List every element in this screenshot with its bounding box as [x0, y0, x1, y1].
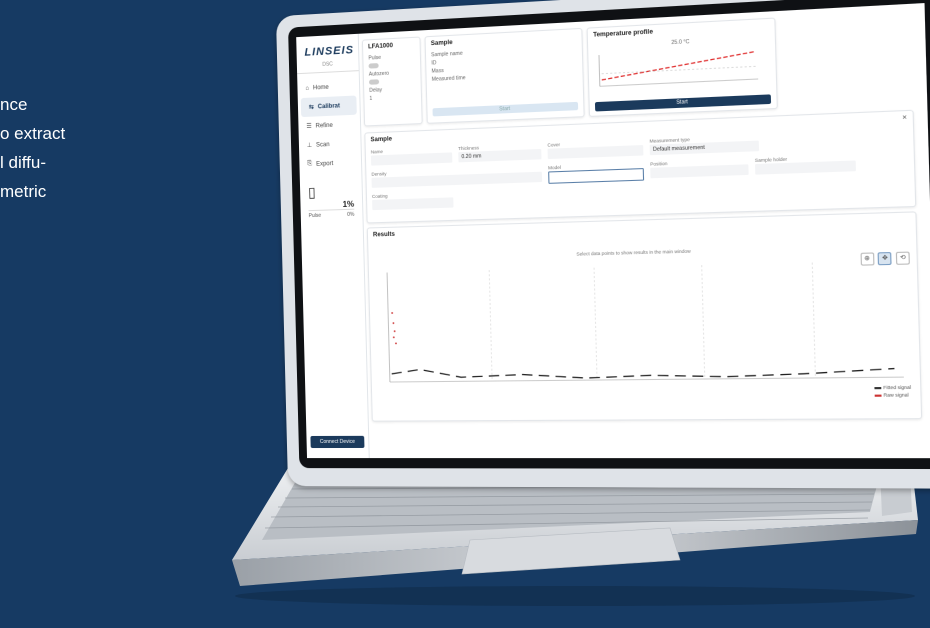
main-content: LFA1000 Pulse Autozero Delay 1 Sample Sa… [361, 10, 930, 458]
close-icon[interactable]: × [902, 114, 907, 122]
sample-holder-field[interactable]: Sample holder [755, 154, 856, 177]
device-icon: ▯ [307, 183, 316, 201]
refine-icon: ☰ [306, 123, 312, 130]
temperature-card: Temperature profile 25.0 °C Start [586, 17, 778, 117]
calibrate-icon: ⇆ [308, 104, 314, 111]
scan-icon: ⊥ [306, 142, 313, 149]
legend-item: Raw signal [874, 391, 911, 399]
sidebar: LINSEIS DSC ⌂ Home ⇆ Calibrat ☰ Refine ⊥… [296, 33, 370, 459]
cover-input[interactable] [547, 145, 644, 160]
connect-device-button[interactable]: Connect Device [310, 435, 365, 449]
results-hint: Select data points to show results in th… [576, 248, 691, 257]
density-field[interactable]: Density [371, 165, 543, 189]
app-window: LINSEIS DSC ⌂ Home ⇆ Calibrat ☰ Refine ⊥… [296, 3, 930, 459]
delay-value[interactable]: 1 [364, 93, 421, 104]
results-chart [377, 260, 907, 394]
legend-label: Fitted signal [883, 384, 912, 391]
device-label: Pulse [308, 212, 322, 220]
legend-label: Raw signal [883, 392, 909, 398]
home-icon: ⌂ [305, 85, 310, 92]
laptop-lid: LINSEIS DSC ⌂ Home ⇆ Calibrat ☰ Refine ⊥… [275, 0, 930, 489]
coating-input[interactable] [372, 197, 454, 211]
sidebar-item-label: Calibrat [317, 102, 341, 110]
device-status: ▯ 1% Pulse 0% [307, 182, 355, 220]
model-select[interactable] [548, 168, 645, 184]
app-logo: LINSEIS [304, 44, 355, 59]
coating-field[interactable]: Coating [372, 191, 454, 211]
sidebar-item-export[interactable]: ⎘ Export [299, 153, 361, 174]
sidebar-item-label: Refine [315, 122, 333, 130]
sidebar-item-scan[interactable]: ⊥ Scan [299, 134, 361, 156]
instrument-card: LFA1000 Pulse Autozero Delay 1 [361, 36, 423, 127]
results-legend: Fitted signal Raw signal [874, 384, 911, 399]
name-input[interactable] [370, 152, 453, 166]
sample-form: Sample × Name Thickness 0.20 mm Cover Me… [364, 109, 917, 224]
sidebar-item-label: Home [312, 84, 329, 92]
name-field[interactable]: Name [370, 146, 453, 166]
export-icon: ⎘ [307, 160, 313, 168]
temperature-start-button[interactable]: Start [594, 94, 772, 112]
autozero-toggle[interactable] [368, 79, 380, 85]
measurement-type-field[interactable]: Measurement type Default measurement [649, 134, 760, 156]
sidebar-item-label: Export [315, 160, 334, 168]
pulse-toggle[interactable] [368, 63, 379, 69]
sample-holder-select[interactable] [754, 160, 856, 175]
temperature-chart [597, 43, 761, 91]
sample-start-button[interactable]: Start [432, 101, 579, 117]
sidebar-item-calibrate[interactable]: ⇆ Calibrat [300, 95, 357, 118]
device-value: 0% [347, 211, 355, 218]
position-field[interactable]: Position [650, 158, 749, 180]
legend-swatch [874, 394, 882, 397]
position-input[interactable] [650, 164, 749, 179]
legend-swatch [874, 387, 882, 389]
screen-bezel: LINSEIS DSC ⌂ Home ⇆ Calibrat ☰ Refine ⊥… [288, 0, 930, 470]
sample-summary-card: Sample Sample name ID Mass Measured time… [424, 27, 585, 124]
cover-field[interactable]: Cover [547, 139, 644, 160]
device-percentage: 1% [342, 199, 355, 210]
sidebar-item-label: Scan [315, 141, 330, 149]
sidebar-item-refine[interactable]: ☰ Refine [298, 115, 360, 137]
app-logo-subtitle: DSC [296, 60, 359, 75]
thickness-input[interactable]: 0.20 mm [458, 148, 542, 163]
thickness-field[interactable]: Thickness 0.20 mm [458, 143, 542, 163]
model-field[interactable]: Model [548, 162, 645, 184]
results-panel: Results Select data points to show resul… [366, 211, 923, 422]
